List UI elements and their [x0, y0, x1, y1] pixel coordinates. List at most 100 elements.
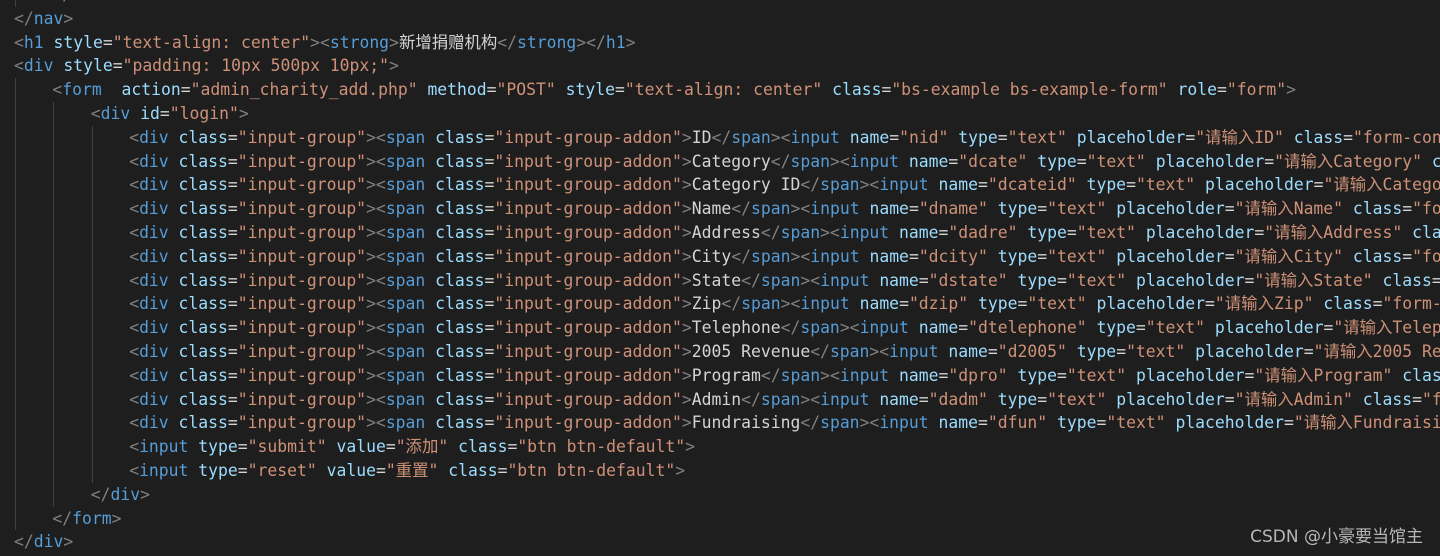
token-punct: </ [731, 199, 751, 219]
token-eq: = [486, 80, 497, 100]
token-attr: class [435, 151, 485, 171]
token-str: "dadre" [948, 222, 1018, 242]
token-attr: type [1086, 175, 1127, 195]
token-text: Category [691, 151, 771, 171]
code-line[interactable]: </form> [14, 506, 1440, 531]
token-attr: name [849, 127, 890, 147]
token-str: "form- [1412, 199, 1440, 219]
code-line[interactable]: <div class="input-group"><span class="in… [14, 316, 1440, 340]
token-punct: > [63, 8, 74, 28]
token-punct: >< [859, 413, 880, 433]
indent-guide [15, 387, 16, 412]
indent-guide [15, 268, 16, 293]
token-tag: span [385, 413, 426, 433]
code-line[interactable]: <div class="input-group"><span class="in… [14, 363, 1440, 388]
token-str: "bs-example bs-example-form" [891, 80, 1168, 100]
code-line[interactable]: <form action="admin_charity_add.php" met… [14, 78, 1440, 102]
code-line[interactable]: </div> [14, 530, 1440, 554]
token-str: "input-group-addon" [494, 413, 682, 433]
code-line[interactable]: <div id="login"> [14, 101, 1440, 126]
token-str: "text-align: center" [112, 32, 311, 52]
code-line[interactable]: <div class="input-group"><span class="in… [14, 292, 1440, 317]
token-str: "input-group" [237, 151, 367, 171]
token-eq: = [1343, 127, 1353, 147]
code-line[interactable]: <div class="input-group"><span class="in… [14, 220, 1440, 245]
token-str: "请输入Admin" [1234, 389, 1353, 409]
token-punct: < [129, 389, 140, 409]
code-line[interactable]: <div class="input-group"><span class="in… [14, 387, 1440, 412]
token-punct: </ [760, 222, 781, 242]
indent-guide [91, 173, 93, 198]
token-punct: >< [790, 246, 811, 266]
code-line[interactable]: </div> [14, 482, 1440, 507]
code-line[interactable]: <h1 style="text-align: center"><strong>新… [14, 31, 1440, 55]
token-str: "请输入State" [1254, 270, 1373, 290]
token-eq: = [227, 341, 238, 361]
token-str: "input-group" [237, 270, 367, 290]
token-ws [169, 199, 179, 218]
token-punct: > [389, 32, 399, 52]
code-line[interactable]: <div class="input-group"><span class="in… [14, 268, 1440, 293]
token-text: 2005 Revenue [691, 341, 811, 361]
token-eq: = [1284, 413, 1294, 433]
token-attr: placeholder [1116, 389, 1225, 409]
token-ws [1126, 366, 1136, 385]
token-ws [1087, 318, 1097, 337]
indent-guide [91, 220, 93, 245]
token-eq: = [227, 199, 238, 219]
token-tag: span [385, 222, 426, 242]
token-text: 新增捐赠机构 [398, 32, 498, 52]
token-tag: span [385, 127, 426, 147]
token-punct: > [681, 318, 692, 338]
token-tag: span [790, 151, 830, 171]
token-str: "text" [1007, 127, 1067, 147]
token-str: "text" [1106, 413, 1166, 433]
token-str: "dtelephone" [968, 318, 1087, 338]
token-attr: class [178, 294, 228, 314]
token-text: Admin [691, 389, 742, 409]
token-tag: span [760, 270, 801, 290]
code-line[interactable]: <div class="input-group"><span class="in… [14, 339, 1440, 364]
code-line[interactable]: <div class="input-group"><span class="in… [14, 197, 1440, 221]
token-attr: class [178, 389, 228, 409]
token-str: "text" [1066, 365, 1127, 385]
token-attr: name [899, 222, 939, 242]
indent-guide [91, 197, 93, 221]
token-eq: = [978, 175, 988, 195]
token-punct: >< [770, 127, 791, 147]
token-str: "text" [1086, 151, 1146, 171]
code-line[interactable]: <div style="padding: 10px 500px 10px;"> [14, 54, 1440, 78]
token-attr: name [908, 151, 949, 171]
code-line[interactable]: <input type="submit" value="添加" class="b… [14, 435, 1440, 459]
code-line[interactable]: <div class="input-group"><span class="in… [14, 244, 1440, 269]
token-punct: >< [366, 175, 386, 195]
code-editor[interactable]: </div></nav><h1 style="text-align: cente… [0, 0, 1440, 556]
code-line[interactable]: <div class="input-group"><span class="in… [14, 125, 1440, 150]
token-ws [44, 33, 54, 52]
token-tag: form [62, 80, 102, 100]
token-punct: >< [366, 389, 386, 409]
token-attr: class [832, 80, 882, 100]
token-str: "input-group-addon" [494, 199, 682, 219]
token-attr: class [178, 151, 228, 171]
token-eq: = [1056, 270, 1067, 290]
code-line[interactable]: </nav> [14, 7, 1440, 31]
token-eq: = [1402, 246, 1413, 266]
token-eq: = [889, 127, 900, 147]
indent-guide [91, 292, 93, 317]
code-line[interactable]: </div> [14, 0, 1440, 7]
code-line[interactable]: <div class="input-group"><span class="in… [14, 149, 1440, 174]
token-attr: class [178, 341, 228, 361]
indent-guide [15, 244, 16, 269]
code-line[interactable]: <input type="reset" value="重置" class="bt… [14, 458, 1440, 483]
code-lines[interactable]: </div></nav><h1 style="text-align: cente… [14, 0, 1440, 554]
token-tag: div [139, 151, 169, 171]
token-eq: = [484, 175, 495, 195]
token-attr: class [435, 341, 485, 361]
token-ws [130, 104, 140, 123]
code-line[interactable]: <div class="input-group"><span class="in… [14, 411, 1440, 436]
token-attr: id [140, 103, 160, 123]
code-line[interactable]: <div class="input-group"><span class="in… [14, 173, 1440, 198]
token-tag: input [790, 127, 840, 147]
token-str: "padding: 10px 500px 10px;" [122, 56, 390, 76]
